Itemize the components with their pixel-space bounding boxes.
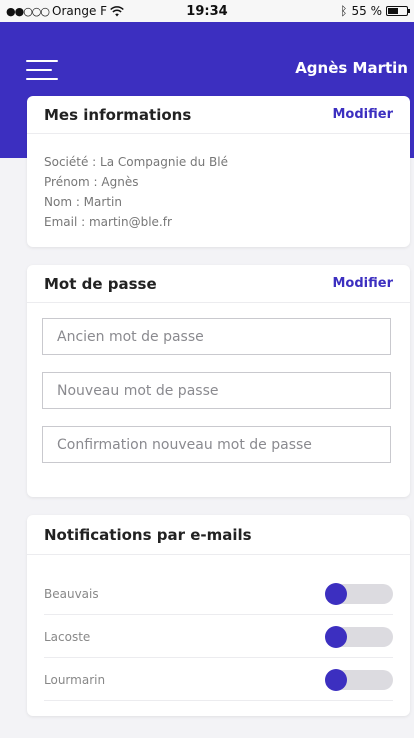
hamburger-menu-icon[interactable] <box>26 60 58 82</box>
info-card-title: Mes informations <box>44 105 192 124</box>
wifi-icon <box>110 5 124 16</box>
password-card-title: Mot de passe <box>44 274 157 293</box>
toggle-lacoste[interactable] <box>325 626 393 648</box>
info-card: Mes informations Modifier Société : La C… <box>27 96 410 247</box>
battery-fill <box>388 8 398 14</box>
status-right: ᛒ 55 % <box>340 4 410 18</box>
toggle-knob <box>325 583 347 605</box>
menu-line <box>26 78 58 80</box>
notifications-list: Beauvais Lacoste Lourmarin <box>27 555 410 701</box>
bluetooth-icon: ᛒ <box>340 4 348 18</box>
info-card-header: Mes informations Modifier <box>27 96 410 134</box>
new-password-field[interactable] <box>42 372 391 409</box>
status-left: ●●○○○ Orange F <box>6 4 340 18</box>
toggle-beauvais[interactable] <box>325 583 393 605</box>
carrier-name: Orange F <box>52 4 108 18</box>
toggle-knob <box>325 626 347 648</box>
battery-icon <box>386 6 410 16</box>
confirm-password-field[interactable] <box>42 426 391 463</box>
email-line: Email : martin@ble.fr <box>44 215 172 229</box>
battery-percent: 55 % <box>351 4 383 18</box>
notifications-card-header: Notifications par e-mails <box>27 515 410 555</box>
menu-line <box>26 69 52 71</box>
menu-line <box>26 60 58 62</box>
password-card: Mot de passe Modifier <box>27 265 410 497</box>
notification-row-lacoste: Lacoste <box>44 615 393 658</box>
password-card-header: Mot de passe Modifier <box>27 265 410 303</box>
toggle-lourmarin[interactable] <box>325 669 393 691</box>
last-name-line: Nom : Martin <box>44 195 122 209</box>
info-card-body: Société : La Compagnie du Blé Prénom : A… <box>27 134 410 250</box>
notification-row-lourmarin: Lourmarin <box>44 658 393 701</box>
old-password-field[interactable] <box>42 318 391 355</box>
notification-label: Lourmarin <box>44 673 106 687</box>
notification-label: Beauvais <box>44 587 99 601</box>
password-card-body <box>27 303 410 463</box>
edit-password-button[interactable]: Modifier <box>333 276 394 291</box>
notification-row-beauvais: Beauvais <box>44 572 393 615</box>
notifications-card-title: Notifications par e-mails <box>44 525 252 544</box>
first-name-line: Prénom : Agnès <box>44 175 139 189</box>
signal-strength-icon: ●●○○○ <box>6 4 50 18</box>
user-name[interactable]: Agnès Martin <box>295 59 408 77</box>
edit-info-button[interactable]: Modifier <box>333 107 394 122</box>
notification-label: Lacoste <box>44 630 91 644</box>
notifications-card: Notifications par e-mails Beauvais Lacos… <box>27 515 410 716</box>
status-bar: ●●○○○ Orange F 19:34 ᛒ 55 % <box>0 0 414 22</box>
toggle-knob <box>325 669 347 691</box>
company-line: Société : La Compagnie du Blé <box>44 155 229 169</box>
